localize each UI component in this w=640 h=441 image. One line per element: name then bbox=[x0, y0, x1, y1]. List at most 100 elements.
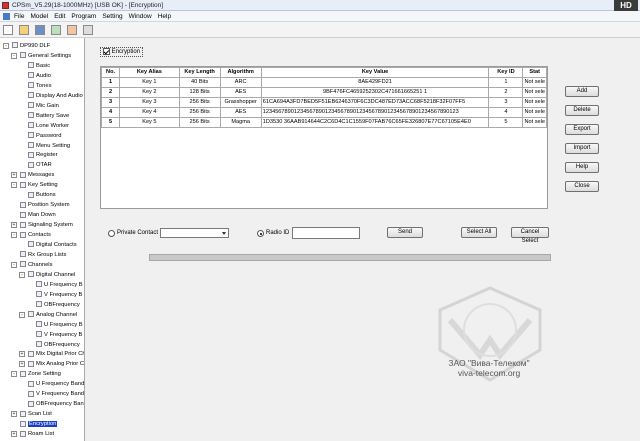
new-file-icon[interactable] bbox=[3, 25, 13, 35]
tree-item[interactable]: Man Down bbox=[20, 210, 56, 220]
tree-node-icon bbox=[28, 161, 34, 168]
column-header[interactable]: Key Alias bbox=[119, 67, 180, 78]
tree-item[interactable]: V Frequency B bbox=[36, 330, 82, 340]
save-icon[interactable] bbox=[35, 25, 45, 35]
column-header[interactable]: No. bbox=[101, 67, 121, 78]
column-header[interactable]: Stat bbox=[522, 67, 547, 78]
tree-item[interactable]: OBFrequency bbox=[36, 340, 80, 350]
tree-item[interactable]: - Digital Channel bbox=[19, 270, 75, 280]
menu-model[interactable]: Model bbox=[27, 11, 51, 22]
private-contact-select[interactable] bbox=[160, 228, 229, 238]
column-header[interactable]: Algorithm bbox=[219, 67, 262, 78]
tree-item[interactable]: Lone Worker bbox=[28, 121, 69, 131]
tree-item[interactable]: Position System bbox=[20, 200, 70, 210]
tree-item[interactable]: - Zone Setting bbox=[11, 369, 61, 379]
tree-item[interactable]: Register bbox=[28, 150, 58, 160]
tree-item[interactable]: V Frequency B bbox=[36, 290, 82, 300]
tree-item[interactable]: + Roam List bbox=[11, 429, 54, 439]
menu-file[interactable]: File bbox=[11, 11, 27, 22]
tree-item[interactable]: Buttons bbox=[28, 190, 56, 200]
tree-node-icon bbox=[36, 291, 42, 298]
collapse-icon[interactable]: - bbox=[11, 52, 17, 59]
table-row[interactable]: 2 Key 2 128 Bits AES 9BF476FC4659252302C4716… bbox=[101, 87, 547, 98]
expand-icon[interactable]: + bbox=[19, 361, 25, 368]
tree-item[interactable]: Digital Contacts bbox=[28, 240, 77, 250]
expand-icon[interactable]: + bbox=[11, 222, 17, 229]
key-table-container[interactable]: No. Key Alias Key Length Algorithm Key Value… bbox=[100, 66, 548, 209]
info-icon[interactable] bbox=[83, 25, 93, 35]
tree-item[interactable]: Display And Audio bbox=[28, 91, 83, 101]
tree-item[interactable]: Rx Group Lists bbox=[20, 250, 66, 260]
tree-item[interactable]: + Signaling System bbox=[11, 220, 73, 230]
tree-item[interactable]: Tones bbox=[28, 81, 51, 91]
collapse-icon[interactable]: - bbox=[11, 261, 17, 268]
cancel-select-button[interactable]: Cancel Select bbox=[511, 227, 549, 244]
read-radio-icon[interactable] bbox=[51, 25, 61, 35]
collapse-icon[interactable]: - bbox=[19, 311, 25, 318]
expand-icon[interactable]: + bbox=[11, 431, 17, 438]
close-button[interactable]: Close bbox=[565, 181, 599, 192]
table-row[interactable]: 3 Key 3 256 Bits Grasshopper 61CA694A3FD7BED… bbox=[101, 97, 547, 108]
expand-icon[interactable]: + bbox=[11, 172, 17, 179]
tree-item[interactable]: - Contacts bbox=[11, 230, 51, 240]
tree-item[interactable]: U Frequency B bbox=[36, 280, 83, 290]
tree-item[interactable]: - DP990 DLF bbox=[3, 41, 50, 51]
tree-item[interactable]: + Messages bbox=[11, 170, 54, 180]
collapse-icon[interactable]: - bbox=[19, 271, 25, 278]
collapse-icon[interactable]: - bbox=[11, 232, 17, 239]
tree-item[interactable]: V Frequency Band bbox=[28, 389, 84, 399]
encryption-checkbox[interactable]: Encryption bbox=[100, 47, 144, 57]
menu-program[interactable]: Program bbox=[68, 11, 99, 22]
checkbox-icon[interactable] bbox=[103, 48, 110, 55]
collapse-icon[interactable]: - bbox=[3, 43, 9, 49]
tree-item[interactable]: + Mix Digital Prior Ch bbox=[19, 349, 84, 359]
tree-item[interactable]: Password bbox=[28, 131, 61, 141]
delete-button[interactable]: Delete bbox=[565, 105, 599, 116]
tree-item[interactable]: Mic Gain bbox=[28, 101, 59, 111]
table-row[interactable]: 5 Key 5 256 Bits Magma 1D3530 36AAB914644C2C… bbox=[101, 117, 547, 128]
tree-item[interactable]: + Scan List bbox=[11, 409, 52, 419]
radio-id-radio[interactable] bbox=[257, 230, 264, 237]
expand-icon[interactable]: + bbox=[19, 351, 25, 358]
select-all-button[interactable]: Select All bbox=[461, 227, 497, 238]
tree-item[interactable]: Audio bbox=[28, 71, 51, 81]
add-button[interactable]: Add bbox=[565, 86, 599, 97]
watermark-company: ЗАО "Вива-Телеком" bbox=[448, 358, 530, 368]
tree-item[interactable]: Basic bbox=[28, 61, 50, 71]
private-contact-radio[interactable] bbox=[108, 230, 115, 237]
table-row[interactable]: 4 Key 4 256 Bits AES 12345678901234567890123… bbox=[101, 107, 547, 118]
tree-item[interactable]: - Analog Channel bbox=[19, 310, 77, 320]
menu-edit[interactable]: Edit bbox=[51, 11, 68, 22]
expand-icon[interactable]: + bbox=[11, 411, 17, 418]
tree-item[interactable]: Encryption bbox=[20, 419, 58, 429]
tree-item[interactable]: U Frequency B bbox=[36, 320, 83, 330]
tree-item[interactable]: OTAR bbox=[28, 160, 52, 170]
open-folder-icon[interactable] bbox=[19, 25, 29, 35]
import-button[interactable]: Import bbox=[565, 143, 599, 154]
tree-item[interactable]: - Channels bbox=[11, 260, 53, 270]
collapse-icon[interactable]: - bbox=[11, 182, 17, 189]
tree-node-icon bbox=[20, 221, 26, 228]
menu-setting[interactable]: Setting bbox=[99, 11, 125, 22]
tree-item[interactable]: OBFrequency Ban bbox=[28, 399, 84, 409]
column-header[interactable]: Key Length bbox=[178, 67, 221, 78]
help-button[interactable]: Help bbox=[565, 162, 599, 173]
tree-item[interactable]: OBFrequency bbox=[36, 300, 80, 310]
menu-help[interactable]: Help bbox=[155, 11, 174, 22]
tree-item[interactable]: + Mix Analog Prior Ch bbox=[19, 359, 84, 369]
collapse-icon[interactable]: - bbox=[11, 371, 17, 378]
table-row[interactable]: 1 Key 1 40 Bits ARC 8AE429FD21 1 Not sele bbox=[101, 77, 547, 88]
export-button[interactable]: Export bbox=[565, 124, 599, 135]
column-header[interactable]: Key Value bbox=[260, 67, 490, 78]
write-radio-icon[interactable] bbox=[67, 25, 77, 35]
tree-item[interactable]: - Key Setting bbox=[11, 180, 58, 190]
tree-item[interactable]: U Frequency Band bbox=[28, 379, 84, 389]
menu-window[interactable]: Window bbox=[126, 11, 155, 22]
tree-item[interactable]: Battery Save bbox=[28, 111, 69, 121]
tree-item[interactable]: - General Settings bbox=[11, 51, 71, 61]
tree-item[interactable]: Menu Setting bbox=[28, 141, 70, 151]
table-cell: 256 Bits bbox=[178, 117, 221, 128]
send-button[interactable]: Send bbox=[387, 227, 423, 238]
radio-id-input[interactable] bbox=[292, 227, 360, 239]
column-header[interactable]: Key ID bbox=[488, 67, 524, 78]
